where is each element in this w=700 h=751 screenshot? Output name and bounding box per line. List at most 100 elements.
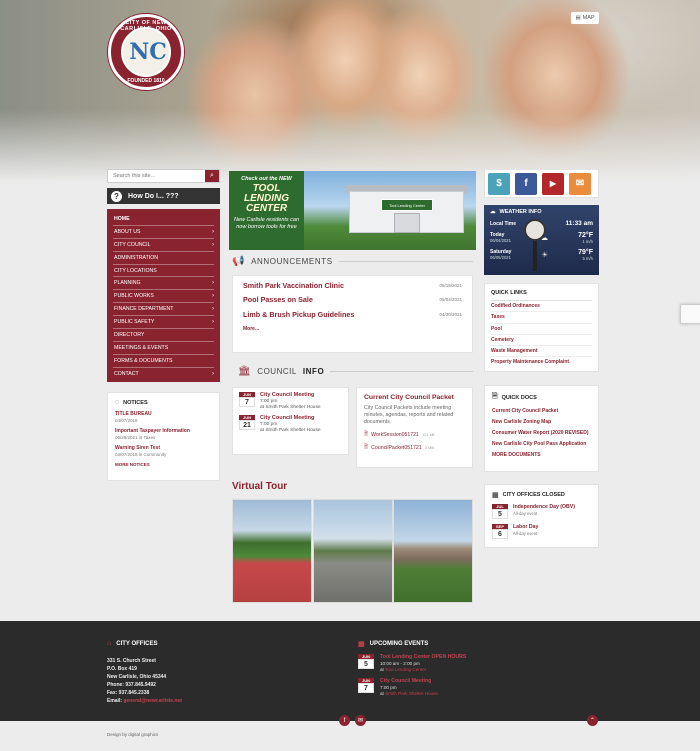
chevron-right-icon: › (212, 306, 214, 313)
announcement-item[interactable]: Smith Park Vaccination Clinic 05/18/2021 (243, 278, 462, 293)
meeting-item[interactable]: JUN 7 City Council Meeting 7:00 pm at Smith… (239, 392, 342, 410)
closed-title[interactable]: Independence Day (OBV) (513, 504, 575, 510)
banner-line1: Check out the NEW (241, 176, 292, 182)
notice-title[interactable]: Warning Siren Test (115, 445, 212, 451)
closed-title[interactable]: Labor Day (513, 524, 538, 530)
quick-links-title: QUICK LINKS (491, 290, 527, 296)
saturday-date: 06/05/2021 (490, 255, 511, 260)
shed-sign: Tool Lending Center (381, 199, 433, 211)
search-button[interactable]: ⌕ (205, 170, 219, 182)
file-link[interactable]: 🗎 CouncilPacket051721 3 MB (364, 443, 465, 452)
email-icon[interactable]: ✉ (569, 172, 591, 195)
announcements-header: 📢 ANNOUNCEMENTS (232, 256, 473, 267)
file-name[interactable]: WorkSession051721 (371, 432, 419, 438)
meeting-title[interactable]: City Council Meeting (260, 415, 321, 421)
tour-photo-house[interactable] (393, 499, 473, 603)
chevron-right-icon: › (212, 228, 214, 235)
notice-title[interactable]: TITLE BUREAU (115, 411, 212, 417)
closed-item[interactable]: SEP 6 Labor Day All-day event (492, 524, 591, 539)
nav-label: FINANCE DEPARTMENT (114, 306, 174, 313)
address-block: 331 S. Church Street P.O. Box 419 New Ca… (107, 657, 307, 705)
announcement-title[interactable]: Limb & Brush Pickup Guidelines (243, 310, 354, 319)
nav-item-city-locations[interactable]: CITY LOCATIONS (113, 265, 214, 278)
how-do-i-button[interactable]: ? How Do I... ??? (107, 188, 220, 204)
nav-item-home[interactable]: HOME (113, 213, 214, 226)
event-title[interactable]: Tool Lending Center OPEN HOURS (380, 654, 466, 660)
design-credit[interactable]: Design by digital graphics (107, 732, 158, 737)
facebook-icon[interactable]: f (515, 172, 537, 195)
youtube-icon[interactable]: ▶ (542, 172, 564, 195)
nav-item-meetings-events[interactable]: MEETINGS & EVENTS (113, 342, 214, 355)
notice-item[interactable]: TITLE BUREAU 04/07/2018 (115, 411, 212, 423)
meeting-item[interactable]: JUN 21 City Council Meeting 7:00 pm at Smit… (239, 415, 342, 433)
offices-closed-header: ▦ CITY OFFICES CLOSED (492, 491, 591, 499)
quick-doc-link[interactable]: New Carlisle Zoning Map (492, 419, 591, 425)
city-seal-logo[interactable]: CITY OF NEW CARLISLE, OHIO NC FOUNDED 18… (108, 14, 184, 90)
announcement-title[interactable]: Smith Park Vaccination Clinic (243, 281, 344, 290)
notice-item[interactable]: Warning Siren Test 04/07/2018 in Communit… (115, 445, 212, 457)
nav-item-finance[interactable]: FINANCE DEPARTMENT › (113, 303, 214, 317)
nav-item-about-us[interactable]: ABOUT US › (113, 226, 214, 239)
footer-facebook-icon[interactable]: f (339, 715, 350, 726)
nav-item-contact[interactable]: CONTACT › (113, 368, 214, 381)
nav-item-forms-documents[interactable]: FORMS & DOCUMENTS (113, 355, 214, 368)
tool-lending-banner[interactable]: Check out the NEW TOOL LENDING CENTER Ne… (229, 171, 476, 250)
notice-title[interactable]: Important Taxpayer Information (115, 428, 212, 434)
nav-item-city-council[interactable]: CITY COUNCIL › (113, 239, 214, 252)
footer-email-icon[interactable]: ✉ (355, 715, 366, 726)
notice-item[interactable]: Important Taxpayer Information 06/28/2021… (115, 428, 212, 440)
nav-label: CITY LOCATIONS (114, 267, 157, 274)
packet-title[interactable]: Current City Council Packet (364, 394, 465, 401)
event-item[interactable]: JUN 7 City Council Meeting 7:00 pm at Smith… (358, 678, 598, 696)
recaptcha-badge[interactable] (680, 304, 700, 324)
map-button[interactable]: ▤ MAP (571, 12, 599, 24)
nav-item-public-safety[interactable]: PUBLIC SAFETY › (113, 316, 214, 330)
more-notices-link[interactable]: MORE NOTICES (115, 462, 212, 467)
announcement-item[interactable]: Pool Passes on Sale 05/04/2021 (243, 293, 462, 308)
quick-link[interactable]: Codified Ordinances (491, 301, 592, 313)
more-documents-link[interactable]: MORE DOCUMENTS (492, 452, 591, 458)
announcement-item[interactable]: Limb & Brush Pickup Guidelines 04/30/2021 (243, 307, 462, 322)
calendar-icon: ▦ (358, 641, 365, 648)
file-link[interactable]: 🗎 WorkSession051721 121 kB (364, 430, 465, 439)
virtual-tour-title: Virtual Tour (232, 481, 288, 492)
quick-doc-link[interactable]: Consumer Water Report (2020 REVISED) (492, 430, 591, 436)
event-time: 7:00 pm (380, 685, 397, 690)
nav-label: HOME (114, 215, 130, 222)
quick-link[interactable]: Cemetery (491, 335, 592, 347)
tour-photo-street[interactable] (313, 499, 393, 603)
closed-item[interactable]: JUL 5 Independence Day (OBV) All-day event (492, 504, 591, 519)
notices-panel: ◌ NOTICES TITLE BUREAU 04/07/2018 Importan… (107, 392, 220, 481)
tour-photo-stadium[interactable] (232, 499, 312, 603)
event-location[interactable]: Smith Park Shelter House (385, 691, 438, 696)
pay-dollar-icon[interactable]: $ (488, 172, 510, 195)
council-meetings-panel: JUN 7 City Council Meeting 7:00 pm at Smith… (232, 387, 349, 455)
email-link[interactable]: general@newcarlisle.net (123, 698, 182, 704)
event-item[interactable]: JUN 5 Tool Lending Center OPEN HOURS 10:00… (358, 654, 598, 672)
calendar-icon: ▦ (492, 492, 499, 499)
megaphone-icon: 📢 (232, 256, 246, 267)
file-name[interactable]: CouncilPacket051721 (371, 445, 421, 451)
quick-link[interactable]: Pool (491, 324, 592, 335)
nav-item-public-works[interactable]: PUBLIC WORKS › (113, 290, 214, 304)
nav-item-administration[interactable]: ADMINISTRATION (113, 252, 214, 265)
nav-item-directory[interactable]: DIRECTORY (113, 329, 214, 342)
calendar-badge: JUN 7 (239, 392, 255, 410)
building-icon: 🏛 (238, 366, 252, 377)
quick-doc-link[interactable]: New Carlisle City Pool Pass Application (492, 441, 591, 447)
search-input[interactable] (108, 170, 204, 182)
event-title[interactable]: City Council Meeting (380, 678, 438, 684)
quick-link[interactable]: Taxes (491, 312, 592, 324)
quick-link[interactable]: Property Maintenance Complaint (491, 357, 592, 368)
nav-item-planning[interactable]: PLANNING › (113, 277, 214, 291)
back-to-top-icon[interactable]: ⌃ (587, 715, 598, 726)
event-location[interactable]: Tool Lending Center (385, 667, 426, 672)
announcement-title[interactable]: Pool Passes on Sale (243, 295, 313, 304)
today-temp: 72°F (578, 232, 593, 239)
quick-link[interactable]: Waste Management (491, 346, 592, 358)
quick-doc-link[interactable]: Current City Council Packet (492, 408, 591, 414)
nav-label: CONTACT (114, 371, 139, 378)
meeting-title[interactable]: City Council Meeting (260, 392, 321, 398)
announcements-more-link[interactable]: More... (243, 322, 462, 337)
upcoming-events-block: ▦ UPCOMING EVENTS JUN 5 Tool Lending Cente… (358, 640, 598, 696)
